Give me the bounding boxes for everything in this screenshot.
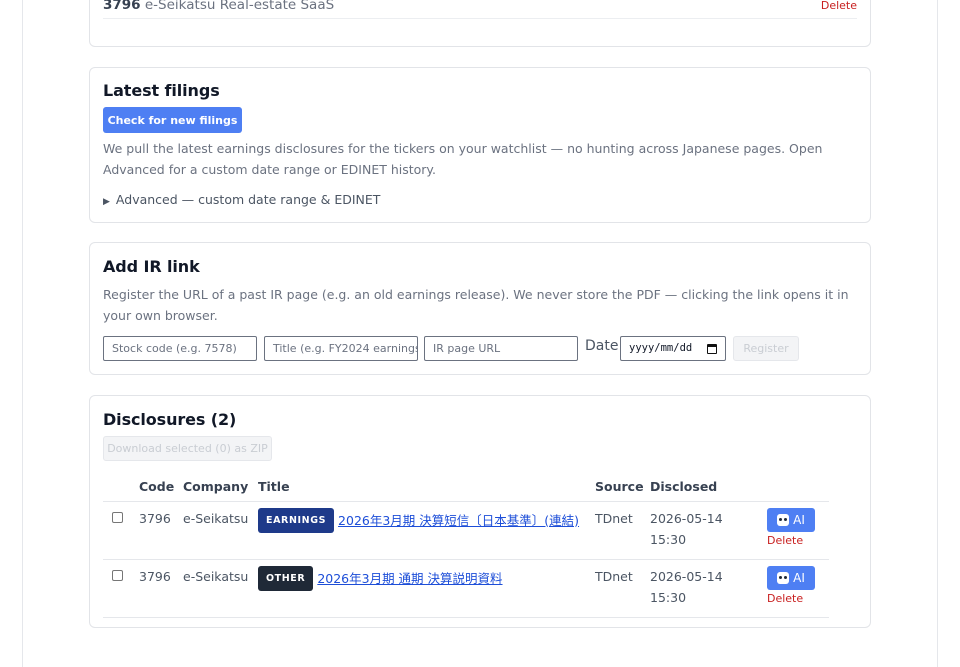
actions-column-header bbox=[767, 473, 829, 502]
disclosures-title: Disclosures (2) bbox=[103, 410, 237, 429]
watchlist-company: e-Seikatsu bbox=[144, 0, 216, 13]
row-code: 3796 bbox=[139, 501, 183, 560]
source-column-header: Source bbox=[595, 473, 650, 502]
disclosure-title-link[interactable]: 2026年3月期 決算短信〔日本基準〕(連結) bbox=[338, 508, 579, 531]
table-row: 3796 e-Seikatsu OTHER 2026年3月期 通期 決算説明資料… bbox=[103, 559, 829, 618]
select-column-header bbox=[103, 473, 139, 502]
date-label: Date bbox=[585, 338, 619, 354]
robot-icon bbox=[777, 571, 790, 584]
stock-code-input[interactable]: Stock code (e.g. 7578) bbox=[103, 336, 257, 361]
row-checkbox[interactable] bbox=[112, 569, 123, 581]
row-delete-link[interactable]: Delete bbox=[767, 534, 829, 548]
row-code: 3796 bbox=[139, 559, 183, 618]
row-company: e-Seikatsu bbox=[183, 559, 258, 618]
row-date: 2026-05-14 bbox=[650, 568, 723, 584]
ai-label: AI bbox=[793, 512, 805, 527]
row-delete-link[interactable]: Delete bbox=[767, 592, 829, 606]
row-time: 15:30 bbox=[650, 531, 687, 547]
ai-label: AI bbox=[793, 570, 805, 585]
advanced-label: Advanced — custom date range & EDINET bbox=[115, 192, 381, 207]
latest-filings-title: Latest filings bbox=[103, 81, 220, 100]
watchlist-code: 3796 bbox=[103, 0, 141, 13]
title-column-header: Title bbox=[258, 473, 595, 502]
ai-button[interactable]: AI bbox=[767, 565, 815, 590]
date-input[interactable]: yyyy/mm/dd bbox=[620, 336, 726, 361]
row-disclosed: 2026-05-14 15:30 bbox=[650, 559, 767, 618]
watchlist-sector: Real-estate SaaS bbox=[219, 0, 335, 13]
row-time: 15:30 bbox=[650, 589, 687, 605]
disclosure-title-link[interactable]: 2026年3月期 通期 決算説明資料 bbox=[317, 566, 502, 589]
triangle-right-icon: ▶ bbox=[103, 197, 110, 207]
row-date: 2026-05-14 bbox=[650, 510, 723, 526]
add-ir-link-card: Add IR link Register the URL of a past I… bbox=[89, 242, 871, 375]
calendar-icon[interactable] bbox=[707, 344, 717, 354]
watchlist-row: 3796 e-Seikatsu Real-estate SaaS Delete bbox=[103, 0, 857, 19]
watchlist-delete-link[interactable]: Delete bbox=[821, 0, 857, 12]
disclosures-table: Code Company Title Source Disclosed 3796… bbox=[103, 473, 829, 618]
row-source: TDnet bbox=[595, 559, 650, 618]
check-new-filings-button[interactable]: Check for new filings bbox=[103, 107, 242, 133]
earnings-badge: EARNINGS bbox=[258, 507, 335, 533]
download-zip-button[interactable]: Download selected (0) as ZIP bbox=[103, 436, 272, 461]
add-ir-link-title: Add IR link bbox=[103, 257, 200, 276]
date-placeholder: yyyy/mm/dd bbox=[629, 342, 693, 354]
title-input[interactable]: Title (e.g. FY2024 earnings r bbox=[264, 336, 418, 361]
disclosures-card: Disclosures (2) Download selected (0) as… bbox=[89, 395, 871, 628]
register-button[interactable]: Register bbox=[733, 336, 799, 361]
watchlist-card: 3796 e-Seikatsu Real-estate SaaS Delete bbox=[89, 0, 871, 47]
row-checkbox[interactable] bbox=[112, 511, 123, 523]
add-ir-link-description: Register the URL of a past IR page (e.g.… bbox=[103, 287, 849, 323]
latest-filings-description: We pull the latest earnings disclosures … bbox=[103, 141, 823, 177]
disclosed-column-header: Disclosed bbox=[650, 473, 767, 502]
row-source: TDnet bbox=[595, 501, 650, 560]
table-row: 3796 e-Seikatsu EARNINGS 2026年3月期 決算短信〔日… bbox=[103, 501, 829, 560]
ai-button[interactable]: AI bbox=[767, 507, 815, 532]
ir-url-input[interactable]: IR page URL bbox=[424, 336, 578, 361]
code-column-header: Code bbox=[139, 473, 183, 502]
latest-filings-card: Latest filings Check for new filings We … bbox=[89, 67, 871, 223]
company-column-header: Company bbox=[183, 473, 258, 502]
row-disclosed: 2026-05-14 15:30 bbox=[650, 501, 767, 560]
other-badge: OTHER bbox=[258, 565, 314, 591]
robot-icon bbox=[777, 513, 790, 526]
advanced-toggle[interactable]: ▶ Advanced — custom date range & EDINET bbox=[103, 192, 380, 207]
row-company: e-Seikatsu bbox=[183, 501, 258, 560]
table-header-row: Code Company Title Source Disclosed bbox=[103, 473, 829, 502]
